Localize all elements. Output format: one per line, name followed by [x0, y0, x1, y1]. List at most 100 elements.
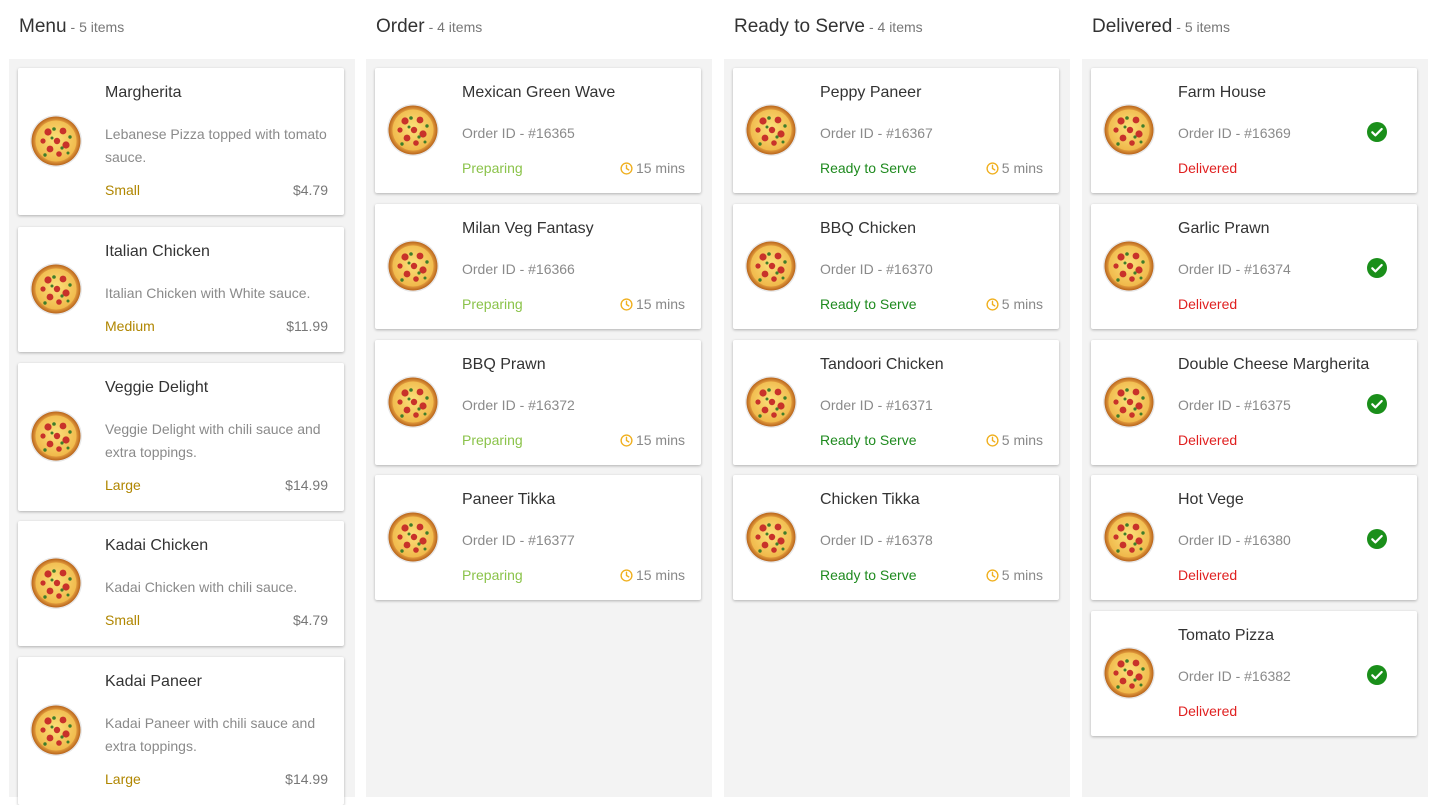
status-label: Preparing — [462, 432, 523, 448]
order-card[interactable]: BBQ Chicken Order ID - #16370 Ready to S… — [733, 204, 1059, 329]
order-card[interactable]: Garlic Prawn Order ID - #16374 Delivered — [1091, 204, 1417, 329]
column-count: - 5 items — [70, 19, 125, 35]
order-id: Order ID - #16369 — [1178, 125, 1291, 141]
order-id: Order ID - #16372 — [462, 397, 575, 413]
prep-time: 5 mins — [986, 567, 1043, 583]
order-id: Order ID - #16377 — [462, 532, 575, 548]
order-card[interactable]: Chicken Tikka Order ID - #16378 Ready to… — [733, 475, 1059, 600]
order-card[interactable]: Farm House Order ID - #16369 Delivered — [1091, 68, 1417, 193]
order-card[interactable]: Peppy Paneer Order ID - #16367 Ready to … — [733, 68, 1059, 193]
card-title: Tomato Pizza — [1178, 627, 1275, 644]
status-label: Ready to Serve — [820, 296, 917, 312]
pizza-icon — [745, 511, 797, 563]
column-lane: Margherita Lebanese Pizza topped with to… — [9, 59, 355, 805]
column-header: Ready to Serve - 4 items — [734, 16, 923, 42]
pizza-icon — [387, 240, 439, 292]
column-menu: Menu - 5 items Margherita Lebanese Pizza … — [9, 0, 355, 805]
status-label: Delivered — [1178, 432, 1238, 448]
card-title: BBQ Chicken — [820, 220, 917, 237]
card-title: Peppy Paneer — [820, 84, 922, 101]
order-id: Order ID - #16374 — [1178, 261, 1291, 277]
column-title: Order — [376, 16, 425, 37]
time-label: 15 mins — [635, 432, 685, 448]
check-circle-icon — [1367, 529, 1387, 549]
order-card[interactable]: Hot Vege Order ID - #16380 Delivered — [1091, 475, 1417, 600]
time-label: 15 mins — [635, 296, 685, 312]
menu-card[interactable]: Kadai Chicken Kadai Chicken with chili s… — [18, 521, 344, 646]
column-count: - 4 items — [428, 19, 483, 35]
order-card[interactable]: Tandoori Chicken Order ID - #16371 Ready… — [733, 340, 1059, 465]
card-description: Lebanese Pizza topped with tomato sauce. — [105, 126, 327, 165]
check-circle-icon — [1367, 394, 1387, 414]
order-id: Order ID - #16365 — [462, 125, 575, 141]
order-card[interactable]: Mexican Green Wave Order ID - #16365 Pre… — [375, 68, 701, 193]
status-label: Preparing — [462, 160, 523, 176]
card-size: Small — [105, 182, 141, 198]
menu-card[interactable]: Kadai Paneer Kadai Paneer with chili sau… — [18, 657, 344, 805]
check-circle-icon — [1367, 665, 1387, 685]
card-price: $4.79 — [292, 182, 328, 198]
pizza-icon — [30, 704, 82, 756]
menu-card[interactable]: Margherita Lebanese Pizza topped with to… — [18, 68, 344, 215]
menu-card[interactable]: Veggie Delight Veggie Delight with chili… — [18, 363, 344, 511]
order-id: Order ID - #16378 — [820, 532, 933, 548]
clock-icon — [620, 298, 633, 311]
order-id: Order ID - #16375 — [1178, 397, 1291, 413]
status-label: Preparing — [462, 296, 523, 312]
column-title: Delivered — [1092, 16, 1173, 37]
card-title: Margherita — [105, 84, 182, 101]
time-label: 5 mins — [1001, 160, 1043, 176]
card-title: Hot Vege — [1178, 491, 1244, 508]
card-title: Italian Chicken — [105, 243, 210, 260]
card-title: Farm House — [1178, 84, 1267, 101]
pizza-icon — [387, 104, 439, 156]
card-description: Kadai Paneer with chili sauce and extra … — [105, 715, 316, 754]
status-label: Delivered — [1178, 703, 1238, 719]
card-size: Small — [105, 612, 141, 628]
prep-time: 15 mins — [620, 567, 685, 583]
card-price: $14.99 — [285, 477, 328, 493]
prep-time: 15 mins — [620, 160, 685, 176]
card-description: Italian Chicken with White sauce. — [105, 285, 311, 301]
time-label: 5 mins — [1001, 567, 1043, 583]
column-title: Ready to Serve — [734, 16, 865, 37]
prep-time: 5 mins — [986, 160, 1043, 176]
status-label: Ready to Serve — [820, 160, 917, 176]
pizza-icon — [30, 557, 82, 609]
kanban-board: Menu - 5 items Margherita Lebanese Pizza … — [0, 0, 1445, 805]
column-title: Menu — [19, 16, 67, 37]
status-label: Preparing — [462, 567, 523, 583]
pizza-icon — [1103, 511, 1155, 563]
card-price: $4.79 — [292, 612, 328, 628]
prep-time: 15 mins — [620, 432, 685, 448]
status-label: Delivered — [1178, 567, 1238, 583]
pizza-icon — [745, 376, 797, 428]
time-label: 15 mins — [635, 160, 685, 176]
menu-card[interactable]: Italian Chicken Italian Chicken with Whi… — [18, 227, 344, 352]
card-title: Chicken Tikka — [820, 491, 920, 508]
order-card[interactable]: Tomato Pizza Order ID - #16382 Delivered — [1091, 611, 1417, 736]
card-size: Large — [105, 771, 141, 787]
clock-icon — [620, 434, 633, 447]
status-label: Ready to Serve — [820, 432, 917, 448]
card-title: Double Cheese Margherita — [1178, 356, 1370, 373]
order-card[interactable]: Double Cheese Margherita Order ID - #163… — [1091, 340, 1417, 465]
card-title: Mexican Green Wave — [462, 84, 616, 101]
order-id: Order ID - #16370 — [820, 261, 933, 277]
column-ready-to-serve: Ready to Serve - 4 items Peppy Paneer Ord… — [724, 0, 1070, 797]
clock-icon — [620, 569, 633, 582]
order-card[interactable]: Paneer Tikka Order ID - #16377 Preparing… — [375, 475, 701, 600]
order-id: Order ID - #16366 — [462, 261, 575, 277]
order-card[interactable]: Milan Veg Fantasy Order ID - #16366 Prep… — [375, 204, 701, 329]
order-card[interactable]: BBQ Prawn Order ID - #16372 Preparing 15… — [375, 340, 701, 465]
time-label: 5 mins — [1001, 296, 1043, 312]
column-delivered: Delivered - 5 items Farm House Order ID -… — [1082, 0, 1428, 797]
order-id: Order ID - #16380 — [1178, 532, 1291, 548]
column-header: Menu - 5 items — [19, 16, 124, 42]
status-label: Delivered — [1178, 160, 1238, 176]
order-id: Order ID - #16382 — [1178, 668, 1291, 684]
clock-icon — [620, 162, 633, 175]
order-id: Order ID - #16371 — [820, 397, 933, 413]
clock-icon — [986, 434, 999, 447]
card-title: Garlic Prawn — [1178, 220, 1270, 237]
